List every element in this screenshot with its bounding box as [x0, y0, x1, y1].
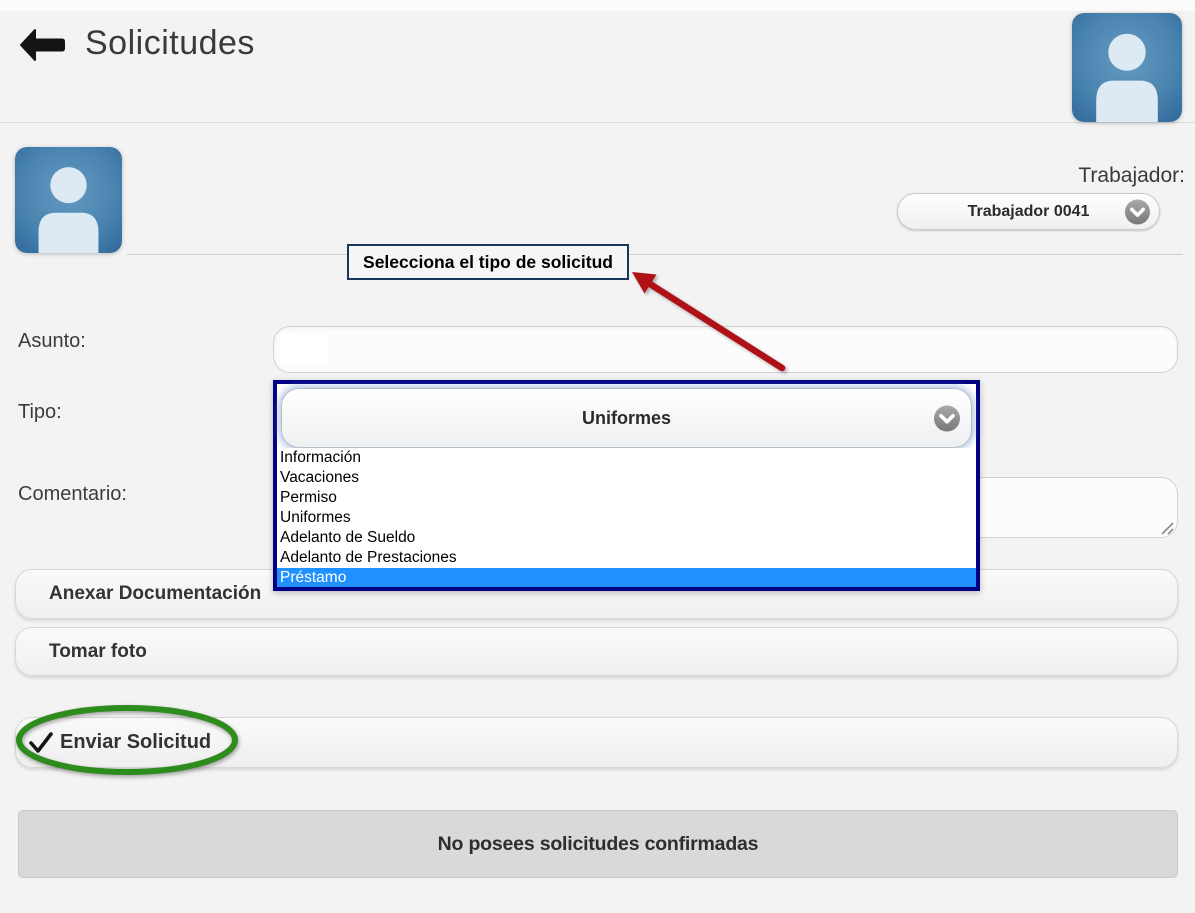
- status-empty-message: No posees solicitudes confirmadas: [18, 810, 1178, 878]
- tipo-option-vacaciones[interactable]: Vacaciones: [277, 468, 976, 488]
- tipo-option-adelanto-de-sueldo[interactable]: Adelanto de Sueldo: [277, 528, 976, 548]
- anexar-documentacion-label: Anexar Documentación: [49, 583, 261, 605]
- chevron-down-icon: [934, 406, 959, 431]
- asunto-redacted-value: [281, 333, 328, 364]
- person-avatar-icon: [15, 147, 122, 253]
- tipo-select-value: Uniformes: [582, 408, 671, 429]
- asunto-label: Asunto:: [18, 330, 86, 353]
- asunto-input[interactable]: [273, 326, 1178, 373]
- tipo-option-permiso[interactable]: Permiso: [277, 488, 976, 508]
- textarea-resize-handle[interactable]: [1160, 521, 1174, 535]
- tipo-select[interactable]: Uniformes: [281, 388, 972, 448]
- worker-label: Trabajador:: [1078, 164, 1185, 188]
- tipo-options-list: InformaciónVacacionesPermisoUniformesAde…: [277, 448, 976, 587]
- worker-select-value: Trabajador 0041: [968, 203, 1090, 221]
- worker-select[interactable]: Trabajador 0041: [897, 193, 1160, 230]
- enviar-solicitud-button[interactable]: Enviar Solicitud: [15, 717, 1178, 768]
- tipo-dropdown-open: Uniformes InformaciónVacacionesPermisoUn…: [273, 380, 980, 591]
- annotation-tooltip: Selecciona el tipo de solicitud: [347, 244, 629, 280]
- tipo-option-uniformes[interactable]: Uniformes: [277, 508, 976, 528]
- tipo-option-informacion[interactable]: Información: [277, 448, 976, 468]
- chevron-down-icon: [1125, 199, 1150, 224]
- tipo-label: Tipo:: [18, 401, 62, 424]
- header-divider: [0, 122, 1195, 123]
- tomar-foto-label: Tomar foto: [49, 641, 147, 663]
- section-divider: [127, 254, 1183, 255]
- page-top-strip: [0, 0, 1195, 11]
- back-arrow-icon[interactable]: [20, 28, 66, 62]
- person-avatar-icon: [1072, 13, 1182, 122]
- page-title: Solicitudes: [85, 24, 255, 63]
- comentario-label: Comentario:: [18, 483, 127, 506]
- check-icon: [28, 731, 54, 755]
- annotation-tooltip-text: Selecciona el tipo de solicitud: [363, 252, 613, 273]
- tipo-option-adelanto-de-prestaciones[interactable]: Adelanto de Prestaciones: [277, 548, 976, 568]
- enviar-solicitud-label: Enviar Solicitud: [60, 731, 211, 754]
- tomar-foto-button[interactable]: Tomar foto: [15, 627, 1178, 676]
- tipo-option-prestamo[interactable]: Préstamo: [277, 568, 976, 587]
